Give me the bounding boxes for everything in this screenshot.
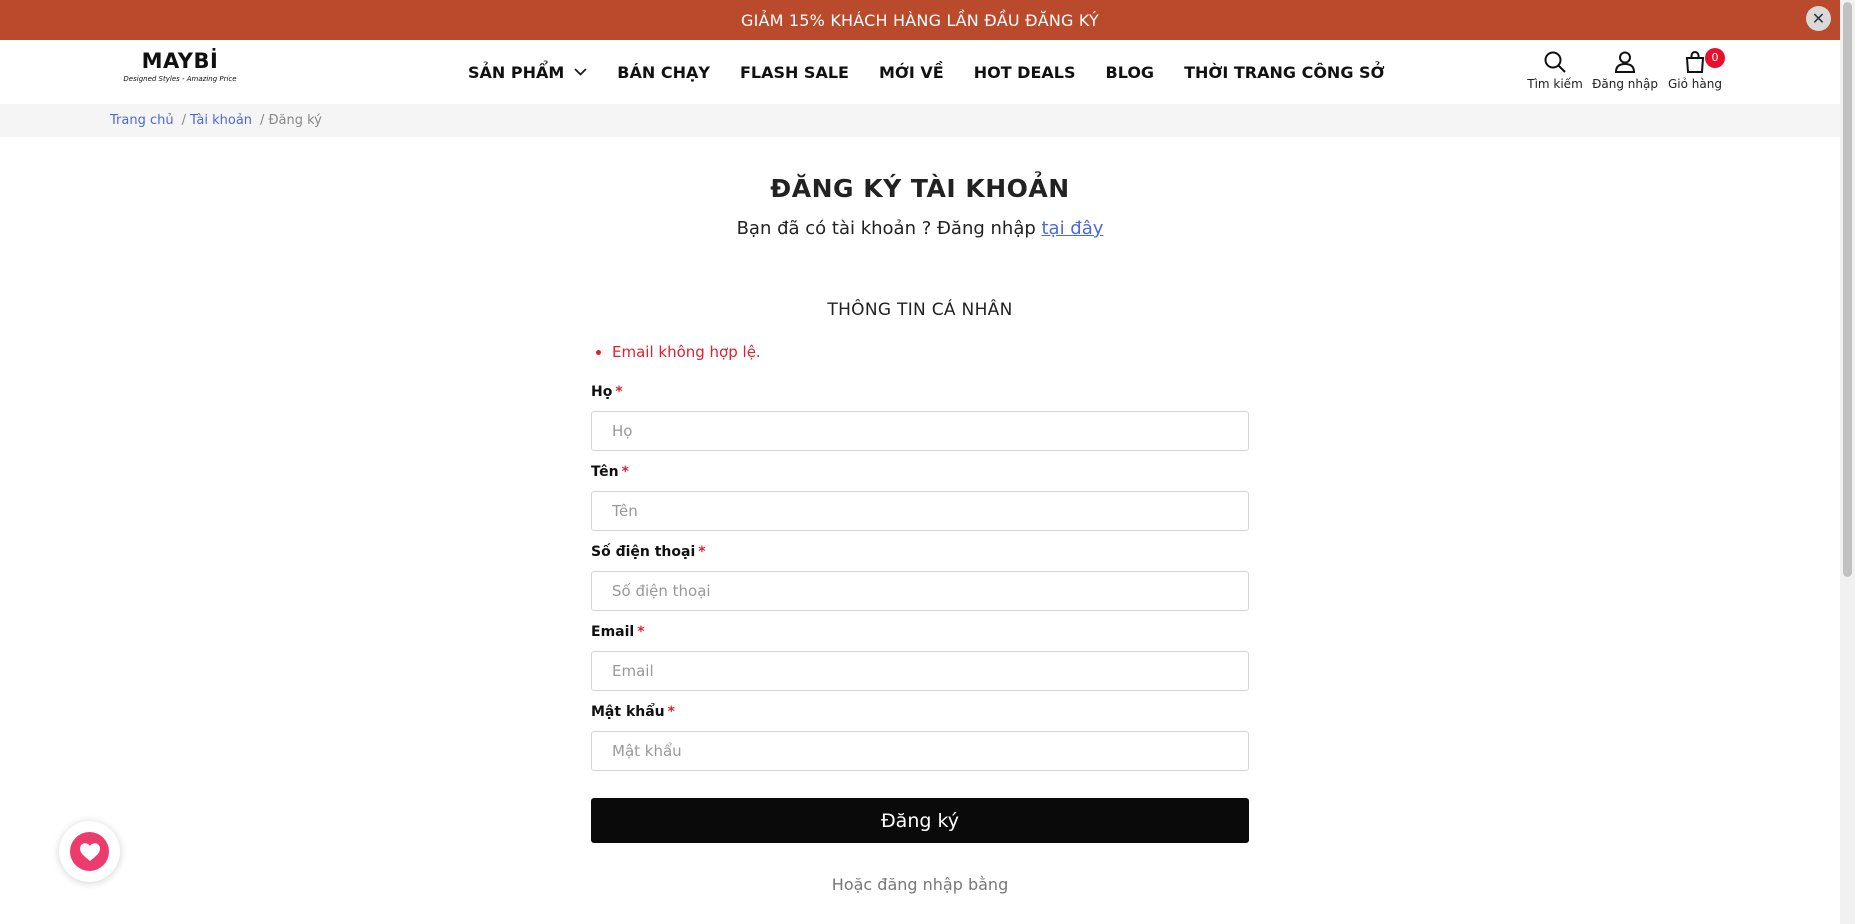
breadcrumb-account[interactable]: Tài khoản bbox=[190, 113, 252, 128]
email-input[interactable] bbox=[591, 651, 1249, 691]
chevron-down-icon bbox=[574, 68, 587, 76]
password-label: Mật khẩu * bbox=[591, 704, 1249, 724]
section-title: THÔNG TIN CÁ NHÂN bbox=[827, 300, 1013, 320]
cart-label: Giỏ hàng bbox=[1668, 77, 1722, 91]
error-list: Email không hợp lệ. bbox=[612, 343, 761, 361]
login-prompt: Bạn đã có tài khoản ? Đăng nhập tại đây bbox=[0, 218, 1840, 239]
main-nav: SẢN PHẨM BÁN CHẠY FLASH SALE MỚI VỀ HOT … bbox=[468, 40, 1415, 104]
cart-icon bbox=[1685, 50, 1705, 73]
wishlist-badge bbox=[70, 832, 109, 871]
last-name-label-text: Họ bbox=[591, 384, 613, 400]
first-name-input[interactable] bbox=[591, 491, 1249, 531]
error-message: Email không hợp lệ. bbox=[612, 343, 761, 361]
brand-name: MAYBİ bbox=[141, 49, 219, 73]
cart-count-badge: 0 bbox=[1705, 48, 1725, 68]
breadcrumb-current: Đăng ký bbox=[268, 113, 322, 128]
alt-login-text: Hoặc đăng nhập bằng bbox=[831, 875, 1009, 894]
nav-item-moi-ve[interactable]: MỚI VỀ bbox=[879, 63, 944, 82]
page-title: ĐĂNG KÝ TÀI KHOẢN bbox=[770, 174, 1070, 203]
phone-label-text: Số điện thoại bbox=[591, 544, 696, 560]
scrollbar-thumb[interactable] bbox=[1843, 2, 1852, 577]
promo-bar: GIẢM 15% KHÁCH HÀNG LẦN ĐẦU ĐĂNG KÝ bbox=[0, 0, 1840, 40]
brand-logo[interactable]: MAYBİ Designed Styles - Amazing Price bbox=[115, 50, 245, 86]
first-name-label-text: Tên bbox=[591, 464, 619, 480]
required-mark: * bbox=[698, 544, 706, 560]
nav-item-ban-chay[interactable]: BÁN CHẠY bbox=[617, 63, 710, 82]
user-icon bbox=[1614, 51, 1636, 73]
nav-item-flash-sale[interactable]: FLASH SALE bbox=[740, 63, 849, 82]
cart-button[interactable]: Giỏ hàng 0 bbox=[1660, 48, 1730, 98]
password-input[interactable] bbox=[591, 731, 1249, 771]
register-form: Họ* Tên* Số điện thoại* Email* Mật khẩu* bbox=[591, 384, 1249, 784]
password-label-text: Mật khẩu bbox=[591, 704, 665, 720]
nav-item-hot-deals[interactable]: HOT DEALS bbox=[974, 63, 1076, 82]
first-name-label: Tên * bbox=[591, 464, 1249, 484]
last-name-label: Họ * bbox=[591, 384, 1249, 404]
page-scrollbar[interactable] bbox=[1840, 0, 1855, 924]
required-mark: * bbox=[637, 624, 645, 640]
breadcrumb-separator: / bbox=[181, 113, 186, 128]
heart-icon bbox=[79, 842, 100, 861]
nav-item-blog[interactable]: BLOG bbox=[1106, 63, 1155, 82]
nav-item-thoi-trang-cong-so[interactable]: THỜI TRANG CÔNG SỞ bbox=[1184, 63, 1384, 82]
breadcrumb-home[interactable]: Trang chủ bbox=[110, 113, 174, 128]
search-button[interactable]: Tìm kiếm bbox=[1520, 48, 1590, 98]
wishlist-button[interactable] bbox=[59, 821, 120, 882]
header-actions: Tìm kiếm Đăng nhập Giỏ hàng 0 bbox=[1520, 48, 1730, 98]
required-mark: * bbox=[667, 704, 675, 720]
search-label: Tìm kiếm bbox=[1527, 77, 1583, 91]
required-mark: * bbox=[615, 384, 623, 400]
required-mark: * bbox=[621, 464, 629, 480]
nav-item-san-pham[interactable]: SẢN PHẨM bbox=[468, 63, 587, 82]
phone-label: Số điện thoại * bbox=[591, 544, 1249, 564]
login-button[interactable]: Đăng nhập bbox=[1590, 48, 1660, 98]
site-header: MAYBİ Designed Styles - Amazing Price SẢ… bbox=[0, 40, 1840, 104]
breadcrumb-bar: Trang chủ / Tài khoản / Đăng ký bbox=[0, 104, 1840, 137]
nav-item-label: SẢN PHẨM bbox=[468, 62, 565, 82]
email-label: Email * bbox=[591, 624, 1249, 644]
email-label-text: Email bbox=[591, 624, 635, 640]
breadcrumb-separator: / bbox=[260, 113, 265, 128]
phone-input[interactable] bbox=[591, 571, 1249, 611]
login-label: Đăng nhập bbox=[1592, 77, 1658, 91]
register-button[interactable]: Đăng ký bbox=[591, 798, 1249, 843]
promo-text: GIẢM 15% KHÁCH HÀNG LẦN ĐẦU ĐĂNG KÝ bbox=[740, 10, 1100, 30]
search-icon bbox=[1544, 51, 1566, 73]
login-here-link[interactable]: tại đây bbox=[1042, 218, 1104, 239]
breadcrumb: Trang chủ / Tài khoản / Đăng ký bbox=[110, 104, 322, 137]
last-name-input[interactable] bbox=[591, 411, 1249, 451]
brand-tagline: Designed Styles - Amazing Price bbox=[123, 75, 237, 83]
close-icon[interactable]: ✕ bbox=[1806, 6, 1831, 31]
login-prompt-text: Bạn đã có tài khoản ? Đăng nhập bbox=[736, 218, 1042, 239]
